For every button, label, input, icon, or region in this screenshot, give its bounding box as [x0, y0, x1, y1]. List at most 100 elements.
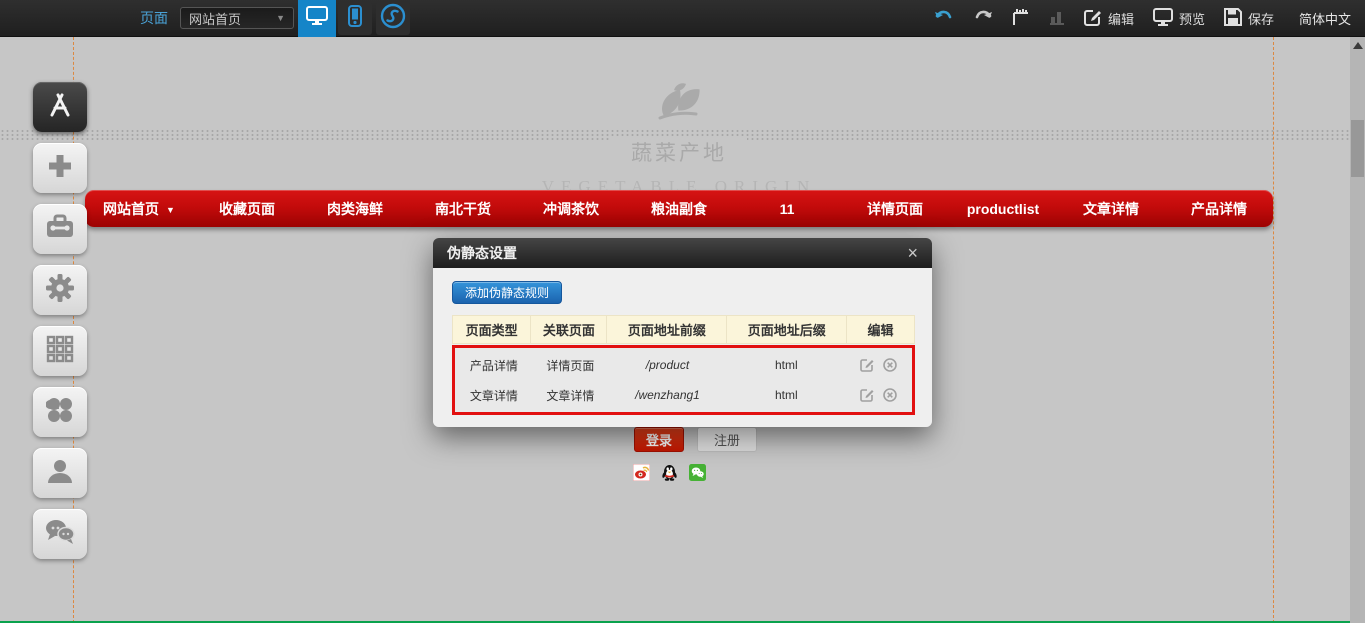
nav-item-dry-goods[interactable]: 南北干货 — [409, 190, 517, 227]
nav-item-label: 网站首页 — [103, 199, 159, 219]
nav-item-label: productlist — [967, 201, 1039, 217]
nav-item-11[interactable]: 11 — [733, 190, 841, 227]
redo-button[interactable] — [973, 9, 993, 28]
stats-button[interactable] — [1049, 9, 1065, 28]
nav-item-label: 收藏页面 — [219, 199, 275, 219]
cell-url-prefix: /wenzhang1 — [608, 380, 727, 410]
preview-monitor-icon — [1153, 8, 1173, 29]
social-login-row — [633, 464, 706, 481]
sidebar-item-wechat[interactable] — [33, 509, 87, 559]
sidebar-item-members[interactable] — [33, 448, 87, 498]
nav-item-detail-page[interactable]: 详情页面 — [841, 190, 949, 227]
nav-item-grain-oil[interactable]: 粮油副食 — [625, 190, 733, 227]
site-logo-block[interactable]: 蔬菜产地 VEGETABLE ORIGIN — [85, 78, 1273, 197]
nav-item-product-detail[interactable]: 产品详情 — [1165, 190, 1273, 227]
save-button-label: 保存 — [1248, 9, 1274, 28]
edit-button[interactable]: 编辑 — [1084, 8, 1134, 29]
register-button[interactable]: 注册 — [697, 427, 757, 452]
redo-icon — [973, 9, 993, 28]
undo-icon — [934, 9, 954, 28]
page-select-dropdown[interactable]: 网站首页 ▼ — [180, 7, 294, 29]
vegetable-leaf-icon — [650, 78, 708, 131]
wechat-icon[interactable] — [689, 464, 706, 481]
nav-item-favorites[interactable]: 收藏页面 — [193, 190, 301, 227]
bar-chart-icon — [1049, 9, 1065, 28]
modal-body: 添加伪静态规则 页面类型 关联页面 页面地址前缀 页面地址后缀 编辑 产品详情 … — [433, 268, 932, 427]
cell-url-prefix: /product — [608, 350, 727, 380]
ruler-button[interactable] — [1012, 7, 1030, 30]
language-switch[interactable]: 简体中文 — [1299, 9, 1351, 28]
nav-item-article-detail[interactable]: 文章详情 — [1057, 190, 1165, 227]
scroll-up-arrow[interactable] — [1353, 42, 1363, 49]
vertical-scrollbar[interactable] — [1350, 37, 1365, 623]
sidebar-item-design[interactable] — [33, 82, 87, 132]
preview-button-label: 预览 — [1179, 9, 1205, 28]
preview-button[interactable]: 预览 — [1153, 8, 1205, 29]
modal-header[interactable]: 伪静态设置 × — [433, 238, 932, 268]
login-button[interactable]: 登录 — [634, 427, 684, 452]
weibo-icon[interactable] — [633, 464, 650, 481]
left-sidebar — [33, 82, 87, 570]
nav-item-label: 文章详情 — [1083, 199, 1139, 219]
undo-button[interactable] — [934, 9, 954, 28]
toolbox-icon — [45, 214, 75, 245]
chevron-down-icon: ▼ — [276, 13, 285, 23]
save-button[interactable]: 保存 — [1224, 8, 1274, 29]
qq-icon[interactable] — [661, 464, 678, 481]
rules-table-header: 页面类型 关联页面 页面地址前缀 页面地址后缀 编辑 — [452, 315, 915, 344]
editor-stage: 页面 网站首页 ▼ — [0, 0, 1365, 623]
nav-item-label: 粮油副食 — [651, 199, 707, 219]
col-header-url-prefix: 页面地址前缀 — [607, 316, 727, 343]
edit-pencil-icon — [1084, 8, 1102, 29]
chat-bubbles-icon — [44, 519, 76, 550]
page-label: 页面 — [140, 8, 168, 28]
mobile-view-button[interactable] — [338, 2, 372, 35]
nav-item-label: 冲调茶饮 — [543, 199, 599, 219]
site-main-nav: 网站首页 ▼ 收藏页面 肉类海鲜 南北干货 冲调茶饮 粮油副食 11 详情页面 … — [85, 190, 1273, 227]
edit-button-label: 编辑 — [1108, 9, 1134, 28]
cell-related-page: 文章详情 — [533, 380, 608, 410]
desktop-icon — [306, 6, 328, 31]
sidebar-item-toolbox[interactable] — [33, 204, 87, 254]
nav-item-meat-seafood[interactable]: 肉类海鲜 — [301, 190, 409, 227]
sidebar-item-settings[interactable] — [33, 265, 87, 315]
sidebar-item-plugins[interactable] — [33, 387, 87, 437]
chevron-down-icon: ▼ — [166, 205, 175, 215]
top-toolbar: 页面 网站首页 ▼ — [0, 0, 1365, 37]
rules-table-rows-highlight: 产品详情 详情页面 /product html — [452, 345, 915, 415]
ruler-icon — [1012, 7, 1030, 30]
site-title: 蔬菜产地 — [611, 137, 747, 167]
nav-item-productlist[interactable]: productlist — [949, 190, 1057, 227]
col-header-edit: 编辑 — [847, 316, 914, 343]
plus-icon — [46, 152, 74, 185]
delete-row-icon[interactable] — [883, 388, 897, 402]
save-floppy-icon — [1224, 8, 1242, 29]
close-icon[interactable]: × — [907, 244, 918, 262]
sidebar-item-add[interactable] — [33, 143, 87, 193]
col-header-url-suffix: 页面地址后缀 — [727, 316, 847, 343]
col-header-related-page: 关联页面 — [531, 316, 607, 343]
grid-icon — [46, 335, 74, 368]
desktop-view-button[interactable] — [298, 0, 336, 37]
sidebar-item-modules-grid[interactable] — [33, 326, 87, 376]
nav-item-home[interactable]: 网站首页 ▼ — [85, 190, 193, 227]
modal-title: 伪静态设置 — [447, 243, 517, 263]
person-icon — [46, 457, 74, 490]
design-tools-icon — [45, 91, 75, 124]
scrollbar-thumb[interactable] — [1351, 120, 1364, 177]
table-row: 文章详情 文章详情 /wenzhang1 html — [455, 380, 912, 410]
edit-row-icon[interactable] — [860, 388, 874, 402]
gear-icon — [45, 273, 75, 308]
delete-row-icon[interactable] — [883, 358, 897, 372]
cell-related-page: 详情页面 — [533, 350, 608, 380]
nav-item-label: 肉类海鲜 — [327, 199, 383, 219]
cell-url-suffix: html — [727, 380, 846, 410]
curve-logo-icon — [380, 3, 406, 34]
brand-curve-button[interactable] — [376, 2, 410, 35]
nav-item-tea-drinks[interactable]: 冲调茶饮 — [517, 190, 625, 227]
add-rule-button[interactable]: 添加伪静态规则 — [452, 281, 562, 304]
cell-url-suffix: html — [727, 350, 846, 380]
cell-page-type: 文章详情 — [455, 380, 533, 410]
edit-row-icon[interactable] — [860, 358, 874, 372]
cell-page-type: 产品详情 — [455, 350, 533, 380]
